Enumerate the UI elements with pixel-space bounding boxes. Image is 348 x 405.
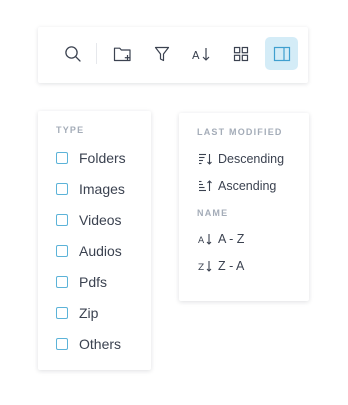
sort-option-label: Ascending — [218, 179, 277, 193]
side-panel-button[interactable] — [265, 37, 298, 70]
svg-text:A: A — [198, 236, 205, 245]
sort-descending-icon — [198, 153, 213, 165]
new-folder-icon — [113, 45, 133, 63]
checkbox[interactable] — [56, 276, 68, 288]
sort-ascending-icon — [198, 180, 213, 192]
type-option-label: Folders — [79, 150, 126, 166]
sort-panel: LAST MODIFIED Descending Ascending NAME … — [179, 113, 309, 301]
sort-option-label: A - Z — [218, 232, 245, 246]
side-panel-icon — [273, 46, 291, 62]
type-option-label: Images — [79, 181, 125, 197]
grid-view-icon — [233, 46, 249, 62]
type-option-others[interactable]: Others — [56, 335, 121, 353]
sort-option-label: Descending — [218, 152, 285, 166]
new-folder-button[interactable] — [106, 37, 139, 70]
checkbox[interactable] — [56, 245, 68, 257]
search-icon — [64, 45, 82, 63]
grid-view-button[interactable] — [224, 37, 257, 70]
sort-a-z-icon: A — [198, 233, 213, 245]
sort-option-z-a[interactable]: Z Z - A — [198, 258, 244, 274]
type-option-label: Zip — [79, 305, 99, 321]
sort-z-a-icon: Z — [198, 260, 213, 272]
sort-az-icon: A — [192, 45, 212, 63]
sort-button[interactable]: A — [185, 37, 218, 70]
search-button[interactable] — [56, 37, 89, 70]
type-filter-panel: TYPE Folders Images Videos Audios Pdfs Z… — [38, 111, 151, 370]
type-option-folders[interactable]: Folders — [56, 149, 126, 167]
toolbar: A — [38, 27, 308, 83]
type-option-images[interactable]: Images — [56, 180, 125, 198]
checkbox[interactable] — [56, 214, 68, 226]
file-browser-filter-ui: A TYPE Folders Images Videos Audios Pdfs… — [0, 0, 348, 405]
checkbox[interactable] — [56, 307, 68, 319]
sort-option-label: Z - A — [218, 259, 245, 273]
type-option-videos[interactable]: Videos — [56, 211, 122, 229]
toolbar-divider — [96, 43, 97, 64]
sort-option-a-z[interactable]: A A - Z — [198, 231, 244, 247]
checkbox[interactable] — [56, 183, 68, 195]
type-option-zip[interactable]: Zip — [56, 304, 98, 322]
type-option-label: Others — [79, 336, 122, 352]
type-option-label: Audios — [79, 243, 122, 259]
sort-option-descending[interactable]: Descending — [198, 151, 284, 167]
svg-text:A: A — [192, 49, 200, 62]
filter-icon — [154, 45, 170, 63]
type-section-title: TYPE — [56, 125, 85, 135]
svg-text:Z: Z — [198, 263, 204, 272]
checkbox[interactable] — [56, 152, 68, 164]
last-modified-section-title: LAST MODIFIED — [197, 127, 283, 137]
type-option-pdfs[interactable]: Pdfs — [56, 273, 107, 291]
filter-button[interactable] — [145, 37, 178, 70]
name-section-title: NAME — [197, 208, 229, 218]
type-option-label: Videos — [79, 212, 122, 228]
type-option-label: Pdfs — [79, 274, 108, 290]
sort-option-ascending[interactable]: Ascending — [198, 178, 276, 194]
checkbox[interactable] — [56, 338, 68, 350]
type-option-audios[interactable]: Audios — [56, 242, 122, 260]
